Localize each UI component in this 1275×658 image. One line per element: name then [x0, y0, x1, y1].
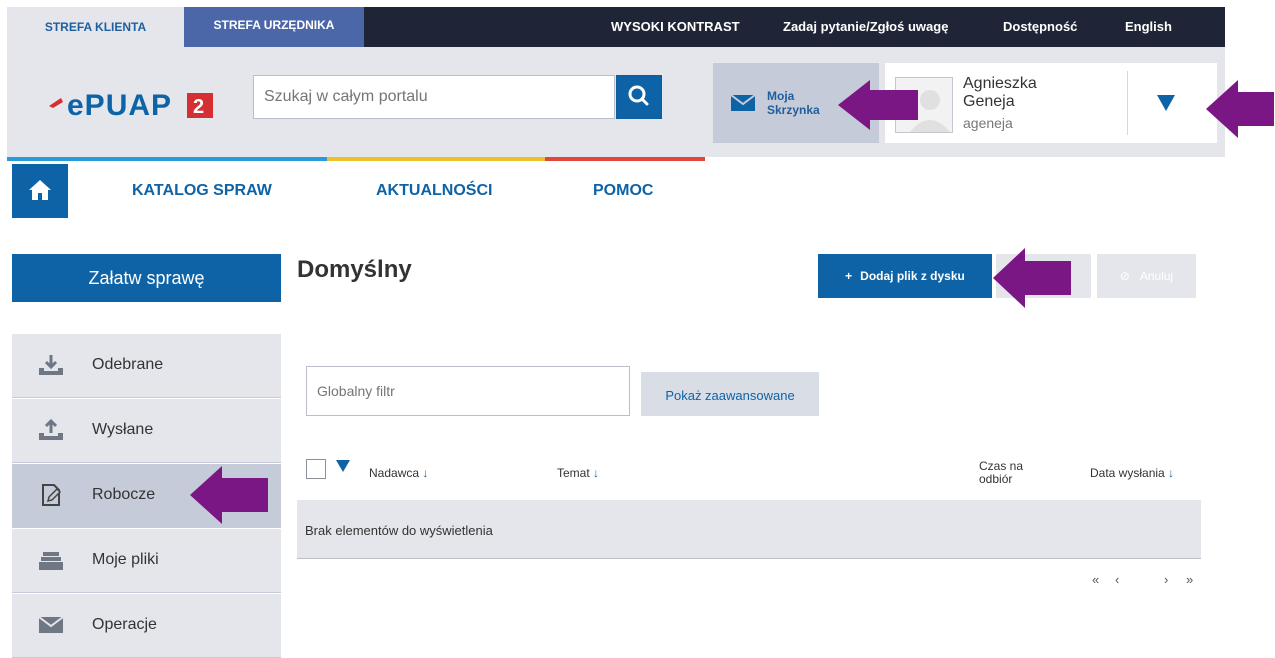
files-tray-icon — [39, 552, 63, 570]
column-sender[interactable]: Nadawca ↓ — [369, 466, 428, 480]
global-filter[interactable] — [306, 366, 630, 416]
accessibility-link[interactable]: Dostępność — [1003, 7, 1077, 47]
table-empty-row: Brak elementów do wyświetlenia — [297, 500, 1201, 559]
plus-icon: + — [845, 269, 853, 283]
ask-question-link[interactable]: Zadaj pytanie/Zgłoś uwagę — [783, 7, 948, 47]
outbox-upload-icon — [39, 419, 63, 440]
empty-message: Brak elementów do wyświetlenia — [305, 523, 493, 538]
annotation-arrow-icon — [838, 80, 918, 130]
pager-next[interactable]: › — [1164, 572, 1168, 587]
language-link[interactable]: English — [1125, 7, 1172, 47]
high-contrast-link[interactable]: WYSOKI KONTRAST — [611, 7, 740, 47]
page-title: Domyślny — [297, 256, 412, 283]
top-bar: STREFA KLIENTA STREFA URZĘDNIKA WYSOKI K… — [7, 7, 1225, 47]
user-box[interactable]: Agnieszka Geneja ageneja — [885, 63, 1217, 143]
sort-arrow-icon: ↓ — [593, 466, 600, 480]
column-subject-label: Temat — [557, 466, 590, 480]
column-pickup-label-2: odbiór — [979, 472, 1013, 486]
sidebar-item-label: Moje pliki — [92, 551, 159, 568]
chevron-down-icon[interactable] — [1157, 95, 1175, 111]
tab-official-zone[interactable]: STREFA URZĘDNIKA — [184, 7, 364, 47]
sidebar-item-operations[interactable]: Operacje — [12, 594, 281, 658]
mailbox-label: Moja Skrzynka — [767, 89, 820, 117]
sidebar-item-label: Operacje — [92, 616, 157, 633]
add-file-label: Dodaj plik z dysku — [860, 269, 965, 283]
annotation-arrow-icon — [190, 466, 268, 524]
mailbox-label-line1: Moja — [767, 89, 795, 103]
sidebar-item-label: Odebrane — [92, 356, 164, 373]
epuap-logo[interactable]: ePUAP 2 — [47, 84, 237, 124]
search-button[interactable] — [616, 75, 662, 119]
annotation-arrow-icon — [993, 248, 1071, 308]
pager-last[interactable]: » — [1186, 572, 1193, 587]
search-field[interactable] — [253, 75, 615, 119]
inbox-download-icon — [39, 355, 63, 375]
pager-first[interactable]: « — [1092, 572, 1099, 587]
nav-news[interactable]: AKTUALNOŚCI — [376, 182, 492, 200]
cancel-label: Anuluj — [1139, 269, 1174, 283]
search-icon — [628, 85, 649, 106]
nav-help[interactable]: POMOC — [593, 182, 653, 200]
tab-client-zone[interactable]: STREFA KLIENTA — [7, 7, 184, 47]
sidebar-item-label: Wysłane — [92, 421, 154, 438]
column-pickup-time[interactable]: Czas na odbiór — [979, 460, 1023, 486]
user-last-name: Geneja — [963, 93, 1015, 110]
column-sent-date-label: Data wysłania — [1090, 466, 1165, 480]
header: ePUAP 2 Moja Skrzynka Agnieszk — [7, 47, 1225, 157]
user-name: Agnieszka Geneja — [963, 75, 1037, 111]
show-advanced-button[interactable]: Pokaż zaawansowane — [641, 372, 819, 416]
nav-catalog[interactable]: KATALOG SPRAW — [132, 182, 272, 200]
svg-text:2: 2 — [193, 96, 204, 118]
column-subject[interactable]: Temat ↓ — [557, 466, 599, 480]
envelope-icon — [38, 616, 64, 633]
home-button[interactable] — [12, 164, 68, 218]
cancel-icon: ⊘ — [1119, 269, 1130, 283]
home-icon — [29, 180, 51, 200]
user-login: ageneja — [963, 115, 1013, 131]
mailbox-label-line2: Skrzynka — [767, 103, 820, 117]
column-sent-date[interactable]: Data wysłania ↓ — [1090, 466, 1174, 480]
column-sender-label: Nadawca — [369, 466, 420, 480]
add-file-button[interactable]: + Dodaj plik z dysku — [818, 254, 992, 298]
user-first-name: Agnieszka — [963, 75, 1037, 92]
envelope-icon — [730, 94, 756, 111]
stripe-red — [545, 157, 705, 161]
cancel-button[interactable]: ⊘ Anuluj — [1097, 254, 1196, 298]
stripe-yellow — [327, 157, 545, 161]
divider — [1127, 71, 1128, 135]
handle-case-button[interactable]: Załatw sprawę — [12, 254, 281, 302]
search-input[interactable] — [254, 76, 614, 118]
svg-text:ePUAP: ePUAP — [67, 89, 172, 122]
pager-prev[interactable]: ‹ — [1115, 572, 1119, 587]
sort-arrow-icon: ↓ — [422, 466, 429, 480]
draft-edit-icon — [42, 484, 62, 506]
global-filter-input[interactable] — [307, 367, 629, 415]
sidebar-item-label: Robocze — [92, 486, 156, 503]
sidebar-item-received[interactable]: Odebrane — [12, 334, 281, 398]
chevron-down-icon[interactable] — [336, 460, 350, 472]
stripe-blue — [7, 157, 327, 161]
sort-arrow-icon: ↓ — [1168, 466, 1175, 480]
sidebar-item-my-files[interactable]: Moje pliki — [12, 529, 281, 593]
annotation-arrow-icon — [1206, 80, 1274, 138]
select-all-checkbox[interactable] — [306, 459, 326, 479]
sidebar-item-sent[interactable]: Wysłane — [12, 399, 281, 463]
